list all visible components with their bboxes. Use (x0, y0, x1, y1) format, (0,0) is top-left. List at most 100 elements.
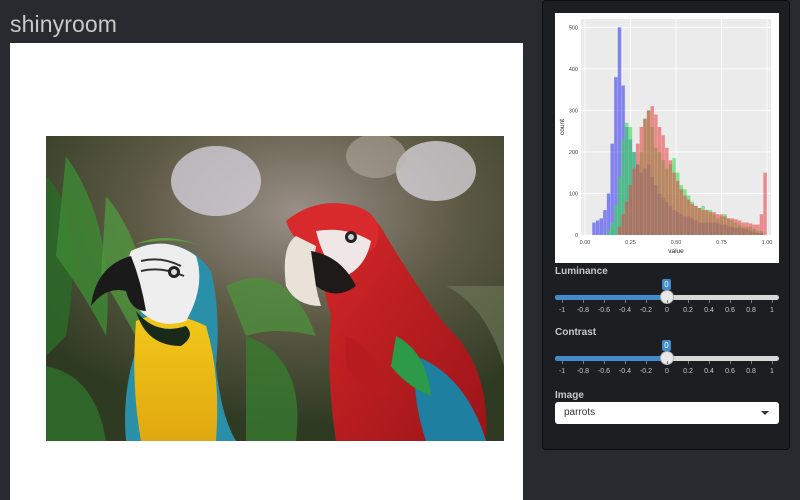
slider-ticks: -1 -0.8 -0.6 -0.4 -0.2 0 0.2 0.4 0.6 0.8 1 (555, 361, 779, 380)
slider-tick-label: 1 (770, 368, 774, 375)
slider-tick-label: 0.2 (683, 368, 693, 375)
histogram-bar (697, 208, 702, 235)
slider-tick-label: 0.8 (746, 307, 756, 314)
luminance-label: Luminance (555, 266, 608, 277)
histogram-bar (705, 210, 709, 235)
y-tick-label: 100 (569, 191, 578, 197)
slider-tick-label: 0 (665, 368, 669, 375)
slider-tick-label: -0.6 (597, 368, 611, 375)
slider-tick-label: -0.2 (639, 307, 653, 314)
y-tick-label: 500 (569, 25, 578, 31)
slider-tick-label: -0.2 (639, 368, 653, 375)
histogram-bar (690, 203, 694, 235)
caret-down-icon[interactable] (761, 411, 769, 415)
histogram-bar (632, 168, 636, 235)
slider-tick-mark (688, 361, 689, 364)
contrast-slider[interactable]: 0 -1 -0.8 -0.6 -0.4 -0.2 0 0.2 0.4 0.6 0.8 1 (555, 340, 779, 380)
histogram-bar (726, 218, 731, 235)
x-tick-label: 0.25 (625, 240, 636, 246)
image-panel (10, 43, 523, 500)
slider-tick-mark (772, 300, 773, 303)
histogram-bar (694, 205, 698, 235)
slider-tick-label: -1 (558, 307, 566, 314)
slider-tick-label: 0.4 (704, 368, 714, 375)
histogram-bar (617, 176, 622, 235)
slider-tick-label: 0.2 (683, 307, 693, 314)
histogram-bar (759, 214, 764, 235)
histogram-bar (719, 214, 724, 235)
luminance-slider[interactable]: 0 -1 -0.8 -0.6 -0.4 -0.2 0 0.2 0.4 0.6 0.8 1 (555, 279, 779, 319)
histogram-bar (639, 127, 644, 235)
slider-tick-mark (730, 300, 731, 303)
slider-tick-mark (604, 300, 605, 303)
slider-value-bubble: 0 (662, 340, 671, 351)
slider-tick-label: 0.6 (725, 307, 735, 314)
slider-tick-label: 1 (770, 307, 774, 314)
histogram-bar (628, 185, 633, 235)
histogram-bar (606, 230, 611, 235)
histogram-bar (606, 193, 611, 235)
slider-tick-mark (709, 300, 710, 303)
y-tick-label: 400 (569, 67, 578, 73)
slider-tick-mark (667, 300, 668, 303)
histogram-bar (646, 110, 651, 235)
slider-tick-mark (772, 361, 773, 364)
y-tick-label: 300 (569, 108, 578, 114)
histogram-bar (752, 224, 756, 235)
x-tick-label: 0.50 (671, 240, 682, 246)
slider-tick-label: -0.4 (618, 307, 632, 314)
image-select[interactable]: parrots (555, 402, 779, 424)
histogram-bar (686, 199, 691, 235)
slider-tick-mark (709, 361, 710, 364)
channel-histogram: 0 100 200 300 400 500 0.00 0.25 0.50 0.75 1.00 valu… (555, 13, 779, 263)
slider-tick-label: 0.6 (725, 368, 735, 375)
histogram-bar (617, 226, 622, 235)
slider-tick-label: -0.8 (576, 307, 590, 314)
slider-tick-mark (730, 361, 731, 364)
histogram-bar (592, 222, 596, 235)
histogram-bar (599, 218, 603, 235)
histogram-bar (676, 181, 680, 235)
parrots-image (46, 136, 504, 441)
histogram-bar (679, 189, 684, 235)
histogram-bar (737, 220, 742, 235)
slider-tick-mark (688, 300, 689, 303)
histogram-bar (716, 214, 720, 235)
slider-tick-mark (562, 300, 563, 303)
slider-value-bubble: 0 (662, 279, 671, 290)
histogram-bar (668, 160, 673, 235)
histogram-bar (635, 143, 640, 235)
histogram-bar (595, 220, 600, 235)
histogram-bar (614, 205, 618, 235)
histogram-bar (625, 201, 629, 235)
slider-tick-mark (625, 361, 626, 364)
slider-fill (555, 295, 667, 300)
histogram-bar (756, 224, 760, 235)
histogram-bar (723, 216, 727, 235)
slider-tick-label: 0.4 (704, 307, 714, 314)
slider-tick-label: 0.8 (746, 368, 756, 375)
histogram-bar (650, 106, 654, 235)
x-tick-label: 0.75 (716, 240, 727, 246)
histogram-bar (643, 118, 647, 235)
slider-tick-mark (667, 361, 668, 364)
slider-tick-mark (583, 361, 584, 364)
slider-tick-label: -0.4 (618, 368, 632, 375)
slider-tick-mark (646, 300, 647, 303)
histogram-bar (603, 210, 607, 235)
x-tick-label: 1.00 (762, 240, 773, 246)
slider-tick-mark (562, 361, 563, 364)
histogram-bar (657, 127, 662, 235)
histogram-bar (610, 143, 614, 235)
histogram-bar (665, 147, 669, 235)
slider-ticks: -1 -0.8 -0.6 -0.4 -0.2 0 0.2 0.4 0.6 0.8 1 (555, 300, 779, 319)
slider-tick-label: 0 (665, 307, 669, 314)
histogram-bar (661, 135, 665, 235)
slider-tick-mark (751, 361, 752, 364)
y-tick-label: 200 (569, 150, 578, 156)
histogram-bar (734, 219, 738, 235)
histogram-bar (730, 218, 735, 235)
contrast-label: Contrast (555, 327, 597, 338)
histogram-bar (712, 212, 716, 235)
histogram-bar (610, 222, 614, 235)
